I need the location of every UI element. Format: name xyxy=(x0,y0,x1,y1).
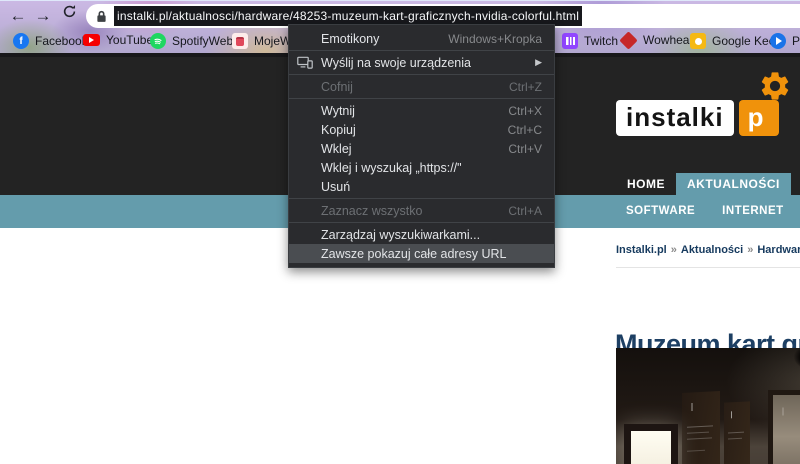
menu-item-label: Emotikony xyxy=(321,31,380,46)
devices-icon xyxy=(297,56,313,72)
menu-item-zaznacz-wszystko: Zaznacz wszystko Ctrl+A xyxy=(289,201,554,220)
menu-item-label: Wklej i wyszukaj „https://" xyxy=(321,160,462,175)
menu-separator xyxy=(289,74,554,75)
menu-item-wytnij[interactable]: Wytnij Ctrl+X xyxy=(289,101,554,120)
menu-item-label: Zarządzaj wyszukiwarkami... xyxy=(321,227,481,242)
menu-shortcut: Windows+Kropka xyxy=(448,31,542,46)
site-logo[interactable]: instalki p xyxy=(616,100,779,136)
reload-icon xyxy=(63,5,75,18)
menu-item-kopiuj[interactable]: Kopiuj Ctrl+C xyxy=(289,120,554,139)
menu-shortcut: Ctrl+X xyxy=(508,103,542,118)
breadcrumb-aktualnosci[interactable]: Aktualności xyxy=(681,244,743,256)
breadcrumb-separator: » xyxy=(670,244,677,256)
article-image xyxy=(616,348,800,464)
menu-separator xyxy=(289,222,554,223)
bookmark-label: Twitch xyxy=(584,34,619,48)
menu-item-label: Zaznacz wszystko xyxy=(321,203,423,218)
menu-shortcut: Ctrl+A xyxy=(508,203,542,218)
menu-item-label: Wklej xyxy=(321,141,352,156)
reload-button[interactable] xyxy=(57,4,81,28)
bookmark-label: P xyxy=(792,34,800,48)
menu-item-wklej[interactable]: Wklej Ctrl+V xyxy=(289,139,554,158)
screenshot-root: ← → instalki.pl/aktualnosci/hardware/482… xyxy=(0,0,800,464)
nav-item-software[interactable]: SOFTWARE xyxy=(626,195,695,228)
menu-separator xyxy=(289,198,554,199)
divider xyxy=(616,267,800,268)
menu-shortcut: Ctrl+C xyxy=(507,122,542,137)
bookmark-label: Facebook xyxy=(35,34,88,48)
primary-nav: HOME AKTUALNOŚCI PROGRAM xyxy=(616,173,800,195)
bookmark-label: Wowhead xyxy=(643,33,697,47)
menu-item-label: Kopiuj xyxy=(321,122,356,137)
nav-item-aktualnosci[interactable]: AKTUALNOŚCI xyxy=(676,173,791,195)
bookmark-wowhead[interactable]: Wowhead xyxy=(619,30,697,50)
wowhead-icon xyxy=(619,30,638,50)
museum-display xyxy=(768,390,800,464)
menu-item-zawsze-pokazuj-cale-adresy-url[interactable]: Zawsze pokazuj całe adresy URL xyxy=(289,244,554,263)
menu-separator xyxy=(289,50,554,51)
google-keep-icon xyxy=(690,33,706,49)
nav-item-internet[interactable]: INTERNET xyxy=(722,195,784,228)
logo-tld-box: p xyxy=(738,100,779,136)
play-icon xyxy=(770,33,786,49)
menu-item-label: Cofnij xyxy=(321,79,353,94)
youtube-icon xyxy=(83,34,100,46)
lock-icon xyxy=(97,10,106,22)
facebook-icon: f xyxy=(13,33,29,49)
breadcrumb: Instalki.pl»Aktualności»Hardware»Muzeum xyxy=(616,244,800,256)
menu-item-label: Wytnij xyxy=(321,103,355,118)
submenu-caret-icon: ▶ xyxy=(535,57,542,67)
menu-item-cofnij: Cofnij Ctrl+Z xyxy=(289,77,554,96)
logo-text: instalki xyxy=(616,100,734,136)
menu-item-usun[interactable]: Usuń xyxy=(289,177,554,196)
bookmark-label: SpotifyWeb xyxy=(172,34,234,48)
forward-button[interactable]: → xyxy=(31,4,55,28)
nav-item-home[interactable]: HOME xyxy=(616,173,676,195)
gear-icon xyxy=(761,72,789,100)
menu-item-send-to-devices[interactable]: Wyślij na swoje urządzenia ▶ xyxy=(289,53,554,72)
bookmark-facebook[interactable]: f Facebook xyxy=(13,33,88,49)
museum-panel xyxy=(682,391,720,464)
twitch-icon xyxy=(562,33,578,49)
menu-item-emotikony[interactable]: Emotikony Windows+Kropka xyxy=(289,29,554,48)
menu-item-wklej-i-wyszukaj[interactable]: Wklej i wyszukaj „https://" xyxy=(289,158,554,177)
museum-display-case xyxy=(624,424,678,464)
spotify-icon xyxy=(150,33,166,49)
secondary-nav: SOFTWARE INTERNET BEZPIECZEŃ xyxy=(626,195,800,228)
mojewypi-icon xyxy=(232,33,248,49)
breadcrumb-home[interactable]: Instalki.pl xyxy=(616,244,667,256)
bookmark-youtube[interactable]: YouTube xyxy=(83,33,153,47)
menu-shortcut: Ctrl+Z xyxy=(509,79,542,94)
menu-item-label: Usuń xyxy=(321,179,351,194)
context-menu: Emotikony Windows+Kropka Wyślij na swoje… xyxy=(288,24,555,268)
url-text-selected[interactable]: instalki.pl/aktualnosci/hardware/48253-m… xyxy=(114,6,583,26)
back-button[interactable]: ← xyxy=(6,4,30,28)
menu-item-label: Zawsze pokazuj całe adresy URL xyxy=(321,246,507,261)
bookmark-spotifyweb[interactable]: SpotifyWeb xyxy=(150,33,233,49)
bookmark-p[interactable]: P xyxy=(770,33,800,49)
nav-item-programy[interactable]: PROGRAM xyxy=(791,173,800,195)
menu-item-zarzadzaj-wyszukiwarkami[interactable]: Zarządzaj wyszukiwarkami... xyxy=(289,225,554,244)
breadcrumb-separator: » xyxy=(747,244,754,256)
menu-shortcut: Ctrl+V xyxy=(508,141,542,156)
menu-item-label: Wyślij na swoje urządzenia xyxy=(321,55,471,70)
breadcrumb-hardware[interactable]: Hardware xyxy=(757,244,800,256)
museum-panel xyxy=(724,401,750,464)
bookmark-label: YouTube xyxy=(106,33,154,47)
bookmark-google-keep[interactable]: Google Keep xyxy=(690,33,782,49)
menu-separator xyxy=(289,98,554,99)
bookmark-twitch[interactable]: Twitch xyxy=(562,33,618,49)
